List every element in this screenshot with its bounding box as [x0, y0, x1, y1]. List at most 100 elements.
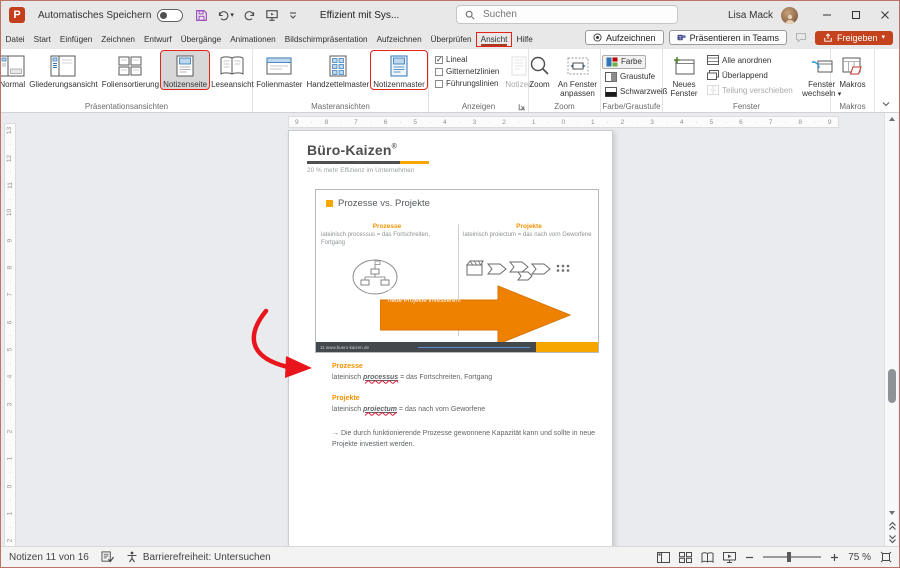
- save-button[interactable]: [195, 9, 208, 22]
- previous-slide-button[interactable]: [885, 521, 899, 531]
- slideshow-shortcut-icon[interactable]: [723, 552, 736, 563]
- new-window-button[interactable]: Neues Fenster: [664, 51, 704, 98]
- search-input[interactable]: [481, 8, 651, 21]
- minimize-button[interactable]: [812, 1, 841, 29]
- tab-datei[interactable]: Datei: [1, 32, 29, 47]
- orange-bullet-icon: [326, 200, 333, 207]
- notes-page-button[interactable]: Notizenseite: [161, 51, 209, 89]
- status-bar: Notizen 11 von 16 Barrierefreiheit: Unte…: [1, 546, 899, 567]
- spellcheck-underlined-word: processus: [363, 374, 398, 381]
- customize-qat-button[interactable]: [288, 10, 298, 20]
- notes-page[interactable]: Büro-Kaizen® 20 % mehr Effizienz im Unte…: [288, 130, 613, 548]
- autosave-toggle[interactable]: [157, 9, 183, 22]
- undo-button[interactable]: ▾: [217, 9, 234, 22]
- next-slide-button[interactable]: [885, 534, 899, 544]
- black-white-button[interactable]: Schwarzweiß: [602, 85, 671, 99]
- outline-view-button[interactable]: Gliederungsansicht: [27, 51, 99, 89]
- notes-master-button[interactable]: Notizenmaster: [371, 51, 427, 89]
- zoom-slider[interactable]: [763, 552, 821, 562]
- arrange-all-button[interactable]: Alle anordnen: [704, 53, 796, 67]
- undo-dropdown-icon[interactable]: ▾: [230, 12, 234, 19]
- gridlines-checkbox[interactable]: Gitternetzlinien: [435, 67, 499, 76]
- maximize-button[interactable]: [841, 1, 870, 29]
- close-button[interactable]: [870, 1, 899, 29]
- normal-view-button[interactable]: Normal: [0, 51, 27, 89]
- cascade-icon: [707, 70, 719, 80]
- zoom-level[interactable]: 75 %: [848, 552, 871, 563]
- group-anzeigen: Lineal Gitternetzlinien Führungslinien N…: [429, 49, 529, 112]
- zoom-in-button[interactable]: [830, 553, 839, 562]
- tab-hilfe[interactable]: Hilfe: [512, 32, 537, 47]
- start-slideshow-button[interactable]: [265, 9, 279, 22]
- spellcheck-icon[interactable]: [101, 551, 114, 563]
- record-button[interactable]: Aufzeichnen: [585, 30, 664, 45]
- ruler-number: 1: [7, 512, 14, 516]
- grayscale-button[interactable]: Graustufe: [602, 70, 658, 84]
- ruler-number: 0: [7, 484, 14, 488]
- tab-ansicht[interactable]: Ansicht: [476, 32, 512, 47]
- ruler-number: 2: [7, 430, 14, 434]
- fit-to-window-button[interactable]: An Fenster anpassen: [553, 51, 603, 98]
- slide-master-button[interactable]: Folienmaster: [254, 51, 304, 89]
- slide-sorter-icon: [118, 55, 142, 77]
- chevron-down-icon: [881, 100, 891, 108]
- search-box[interactable]: [456, 5, 678, 24]
- reading-view-button[interactable]: Leseansicht: [209, 51, 256, 89]
- group-masteransichten: Folienmaster Handzettelmaster Notizenmas…: [253, 49, 429, 112]
- zoom-out-button[interactable]: [745, 553, 754, 562]
- tab-animationen[interactable]: Animationen: [226, 32, 281, 47]
- collapse-ribbon-button[interactable]: [881, 100, 891, 108]
- powerpoint-window: P Automatisches Speichern ▾ Effizient mi…: [0, 0, 900, 568]
- guides-checkbox[interactable]: Führungslinien: [435, 79, 499, 88]
- comments-button[interactable]: [792, 32, 810, 43]
- scroll-up-button[interactable]: [885, 116, 899, 122]
- scroll-down-button[interactable]: [885, 510, 899, 516]
- group-fenster: Neues Fenster Alle anordnen Überlappend …: [663, 49, 831, 112]
- present-in-teams-button[interactable]: T Präsentieren in Teams: [669, 30, 787, 45]
- vertical-scrollbar[interactable]: [884, 113, 898, 548]
- handout-master-button[interactable]: Handzettelmaster: [304, 51, 371, 89]
- tab-zeichnen[interactable]: Zeichnen: [97, 32, 140, 47]
- slide-sorter-button[interactable]: Foliensortierung: [100, 51, 161, 89]
- ruler-tick: ·: [695, 119, 697, 126]
- ruler-number: 6: [7, 320, 14, 324]
- group-label: Anzeigen: [429, 102, 528, 111]
- slide-thumbnail[interactable]: Prozesse vs. Projekte Prozesse lateinisc…: [315, 189, 599, 353]
- ruler-number: 7: [7, 293, 14, 297]
- tab-uebergaenge[interactable]: Übergänge: [176, 32, 226, 47]
- normal-view-shortcut-icon[interactable]: [657, 552, 670, 563]
- group-farbe-graustufe: Farbe Graustufe Schwarzweiß Farbe/Graust…: [601, 49, 663, 112]
- zoom-button[interactable]: Zoom: [527, 51, 553, 89]
- tab-start[interactable]: Start: [29, 32, 55, 47]
- tab-ueberpruefen[interactable]: Überprüfen: [426, 32, 476, 47]
- user-avatar[interactable]: [781, 7, 798, 24]
- powerpoint-app-icon[interactable]: P: [9, 7, 25, 23]
- scrollbar-thumb[interactable]: [888, 369, 896, 403]
- new-window-icon: [672, 55, 696, 77]
- group-makros: Makros Makros: [831, 49, 875, 112]
- macros-button[interactable]: Makros: [837, 51, 867, 89]
- reading-view-shortcut-icon[interactable]: [701, 552, 714, 563]
- redo-button[interactable]: [243, 9, 256, 22]
- cascade-button[interactable]: Überlappend: [704, 68, 796, 82]
- tab-entwurf[interactable]: Entwurf: [139, 32, 176, 47]
- ruler-checkbox[interactable]: Lineal: [435, 55, 499, 64]
- fit-slide-to-window-button[interactable]: [880, 551, 892, 563]
- ruler-number: 2: [7, 539, 14, 543]
- teams-icon: T: [677, 33, 686, 42]
- anzeigen-dialog-launcher[interactable]: [518, 103, 526, 111]
- zoom-slider-thumb[interactable]: [787, 552, 791, 562]
- share-button[interactable]: Freigeben ▾: [815, 31, 893, 45]
- tab-aufzeichnen[interactable]: Aufzeichnen: [372, 32, 426, 47]
- slide-counter[interactable]: Notizen 11 von 16: [9, 552, 89, 563]
- ruler-number: 4: [7, 375, 14, 379]
- accessibility-checker[interactable]: Barrierefreiheit: Untersuchen: [126, 551, 271, 563]
- notes-text[interactable]: Prozesse lateinisch processus = das Fort…: [332, 362, 596, 450]
- tab-bildschirmpraesentation[interactable]: Bildschirmpräsentation: [280, 32, 372, 47]
- ruler-tick: ·: [9, 196, 11, 203]
- slide-title: Prozesse vs. Projekte: [338, 198, 430, 209]
- ruler-tick: ·: [9, 250, 11, 257]
- slide-sorter-shortcut-icon[interactable]: [679, 552, 692, 563]
- tab-einfuegen[interactable]: Einfügen: [55, 32, 96, 47]
- color-button[interactable]: Farbe: [602, 55, 646, 69]
